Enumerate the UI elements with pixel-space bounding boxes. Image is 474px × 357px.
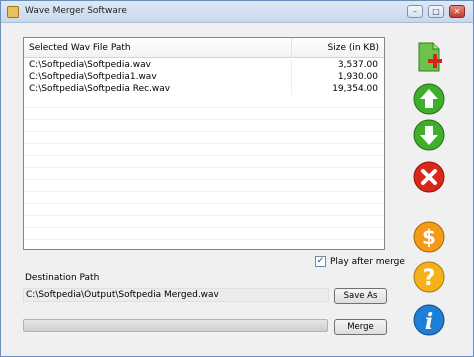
play-after-merge-label: Play after merge [330,257,405,267]
file-size: 3,537.00 [337,60,378,70]
column-separator[interactable] [291,38,292,58]
file-size: 19,354.00 [332,84,378,94]
move-up-icon[interactable] [413,83,445,115]
file-row[interactable]: C:\Softpedia\Softpedia Rec.wav 19,354.00 [24,83,384,95]
add-file-icon[interactable] [413,41,445,73]
maximize-button[interactable]: □ [428,5,444,18]
file-path: C:\Softpedia\Softpedia.wav [29,60,151,70]
minimize-button[interactable]: – [407,5,423,18]
column-header-size[interactable]: Size (in KB) [328,43,380,53]
title-bar[interactable]: Wave Merger Software – □ ✕ [1,1,473,23]
svg-text:$: $ [422,225,436,249]
file-list-header: Selected Wav File Path Size (in KB) [24,38,384,58]
destination-path-field[interactable]: C:\Softpedia\Output\Softpedia Merged.wav [23,288,329,302]
play-after-merge-checkbox[interactable]: ✓ [315,256,326,267]
move-down-icon[interactable] [413,119,445,151]
svg-text:?: ? [423,266,436,291]
column-header-path[interactable]: Selected Wav File Path [29,43,131,53]
buy-icon[interactable]: $ [413,221,445,253]
file-path: C:\Softpedia\Softpedia Rec.wav [29,84,171,94]
merge-button[interactable]: Merge [334,319,387,335]
file-path: C:\Softpedia\Softpedia1.wav [29,72,157,82]
file-list[interactable]: Selected Wav File Path Size (in KB) C:\S… [23,37,385,250]
file-size: 1,930.00 [337,72,378,82]
app-window: Wave Merger Software – □ ✕ Selected Wav … [0,0,474,357]
info-icon[interactable]: i [413,304,445,336]
svg-text:i: i [425,309,433,335]
help-icon[interactable]: ? [413,261,445,293]
destination-path-label: Destination Path [25,273,100,283]
save-as-button[interactable]: Save As [334,288,387,304]
app-icon [7,6,19,18]
window-title: Wave Merger Software [25,6,127,16]
file-row[interactable]: C:\Softpedia\Softpedia1.wav 1,930.00 [24,71,384,83]
remove-icon[interactable] [413,161,445,193]
merge-progress-bar [23,319,328,332]
file-row[interactable]: C:\Softpedia\Softpedia.wav 3,537.00 [24,59,384,71]
close-button[interactable]: ✕ [449,5,465,18]
